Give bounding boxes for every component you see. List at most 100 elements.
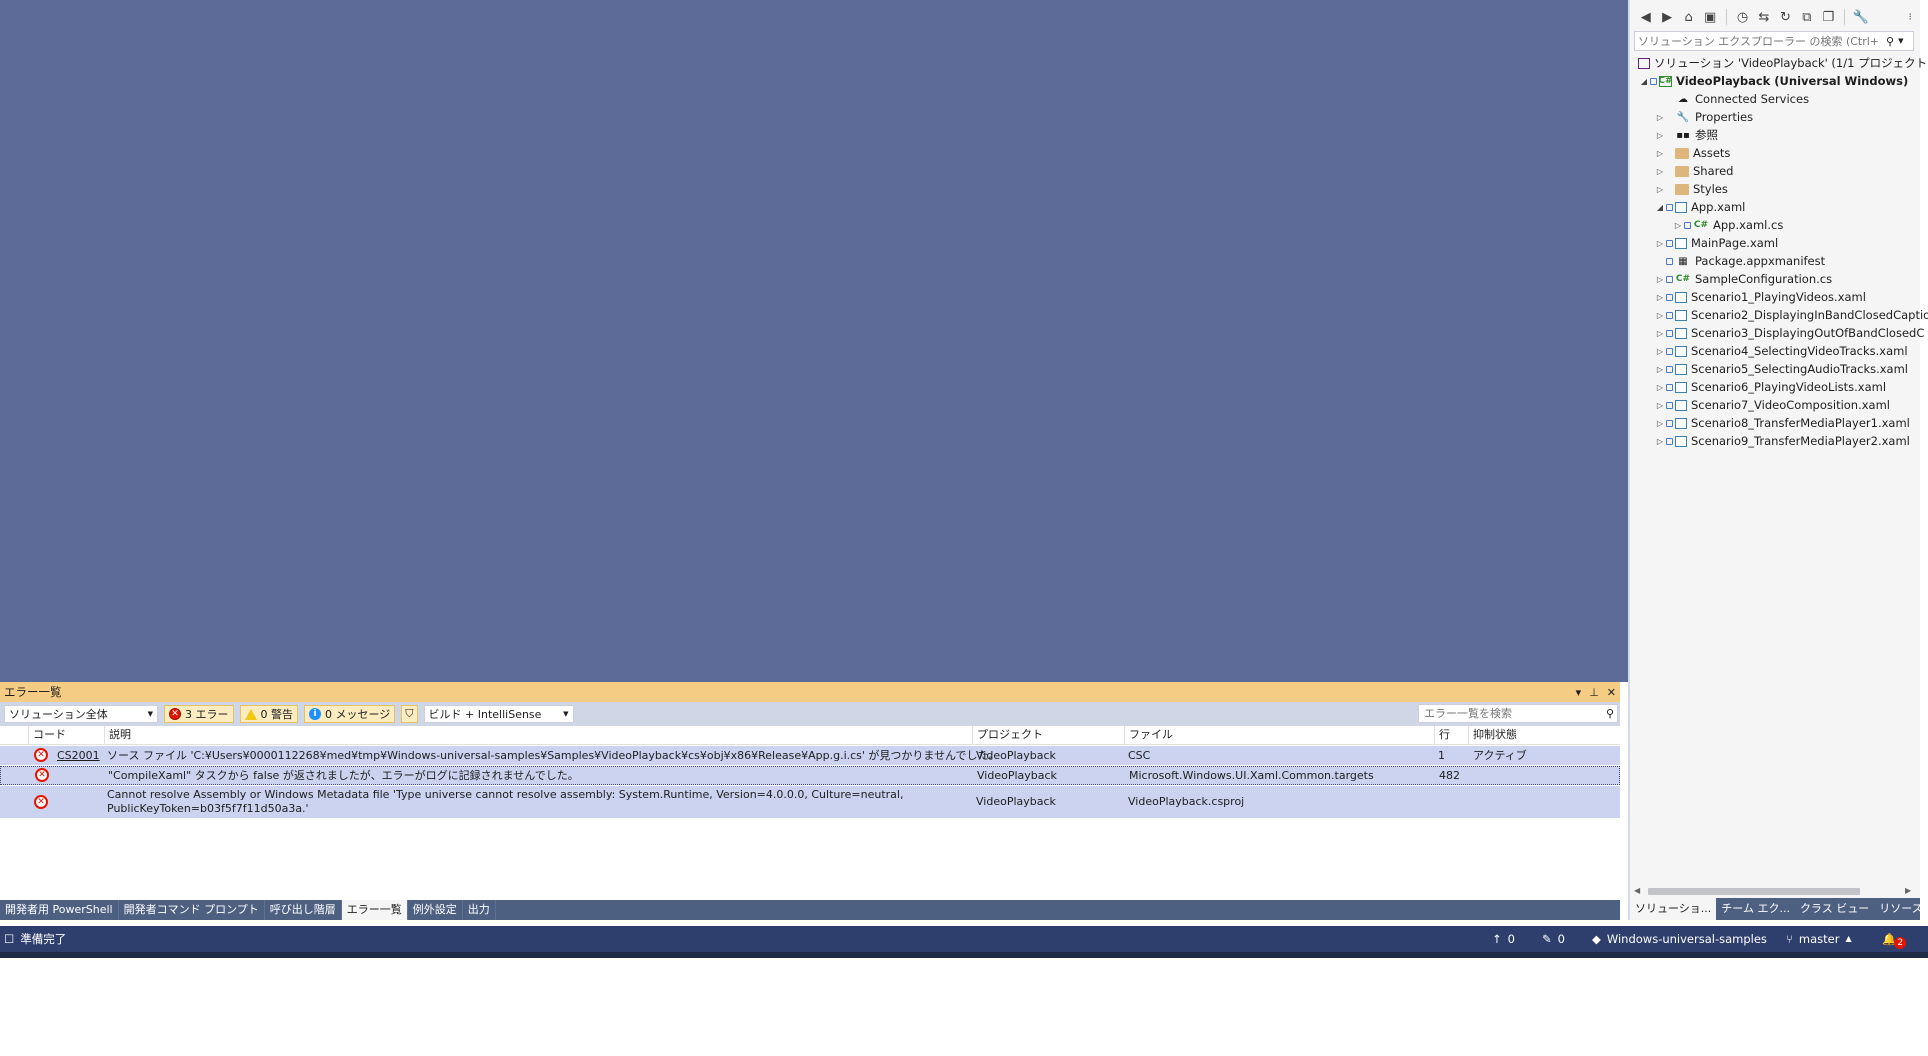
column-header-suppression[interactable]: 抑制状態 — [1468, 726, 1594, 744]
tree-item[interactable]: ▷ Scenario7_VideoComposition.xaml — [1654, 396, 1890, 414]
collapsed-arrow-icon[interactable]: ▷ — [1654, 185, 1666, 194]
pin-icon[interactable]: ⊥ — [1589, 686, 1599, 699]
show-all-files-icon[interactable]: ❐ — [1819, 7, 1838, 27]
unpushed-commits[interactable]: ↑ 0 — [1492, 926, 1515, 952]
solution-explorer-search[interactable]: ⚲ ▼ — [1634, 31, 1914, 51]
column-header-project[interactable]: プロジェクト — [972, 726, 1124, 744]
tree-item[interactable]: ▷ Scenario1_PlayingVideos.xaml — [1654, 288, 1866, 306]
tab-solution-explorer[interactable]: ソリューショ... — [1630, 898, 1717, 920]
scope-select[interactable]: ソリューション全体 ▼ — [4, 705, 158, 723]
collapsed-arrow-icon[interactable]: ▷ — [1654, 437, 1666, 446]
tab-class-view[interactable]: クラス ビュー — [1795, 898, 1874, 920]
collapsed-arrow-icon[interactable]: ▷ — [1654, 113, 1666, 122]
tree-item[interactable]: ◢ App.xaml — [1654, 198, 1745, 216]
scrollbar-thumb[interactable] — [1648, 888, 1860, 895]
tree-item[interactable]: ☁ Connected Services — [1654, 90, 1809, 108]
tree-item[interactable]: ▷ 🔧 Properties — [1654, 108, 1753, 126]
wrench-icon: 🔧 — [1676, 111, 1690, 123]
lock-icon — [1666, 203, 1673, 211]
collapsed-arrow-icon[interactable]: ▷ — [1654, 329, 1666, 338]
tree-item[interactable]: ▷ C# SampleConfiguration.cs — [1654, 270, 1832, 288]
tree-item[interactable]: ▷ Scenario3_DisplayingOutOfBandClosedC — [1654, 324, 1924, 342]
column-header-description[interactable]: 説明 — [104, 726, 974, 744]
tree-item[interactable]: ▷ Styles — [1654, 180, 1728, 198]
column-header-line[interactable]: 行 — [1434, 726, 1470, 744]
error-list-search[interactable]: ⚲ — [1418, 704, 1618, 723]
error-row[interactable]: ✕ Cannot resolve Assembly or Windows Met… — [0, 786, 1620, 818]
tab-call-hierarchy[interactable]: 呼び出し階層 — [265, 900, 342, 920]
column-header-file[interactable]: ファイル — [1124, 726, 1436, 744]
tree-item[interactable]: ▷ Scenario9_TransferMediaPlayer2.xaml — [1654, 432, 1910, 450]
collapsed-arrow-icon[interactable]: ▷ — [1654, 419, 1666, 428]
build-filter-select[interactable]: ビルド + IntelliSense ▼ — [423, 705, 574, 723]
tab-exception-settings[interactable]: 例外設定 — [408, 900, 463, 920]
scroll-left-icon[interactable]: ◀ — [1634, 886, 1640, 895]
xaml-file-icon — [1675, 399, 1687, 411]
tab-team-explorer[interactable]: チーム エク... — [1716, 898, 1795, 920]
branch-selector[interactable]: ⑂ master ▲ — [1786, 926, 1852, 952]
search-icon[interactable]: ⚲ — [1606, 707, 1614, 720]
pending-changes[interactable]: ✎ 0 — [1542, 926, 1565, 952]
tree-item[interactable]: ▷ Scenario8_TransferMediaPlayer1.xaml — [1654, 414, 1910, 432]
tree-item[interactable]: ▷ Scenario2_DisplayingInBandClosedCaptio — [1654, 306, 1928, 324]
collapse-all-icon[interactable]: ⧉ — [1797, 7, 1816, 27]
collapsed-arrow-icon[interactable]: ▷ — [1654, 131, 1666, 140]
tree-item[interactable]: ▷ Shared — [1654, 162, 1734, 180]
error-icon: ✕ — [35, 768, 49, 782]
scroll-right-icon[interactable]: ▶ — [1905, 886, 1911, 895]
collapsed-arrow-icon[interactable]: ▷ — [1654, 293, 1666, 302]
solution-view-icon[interactable]: ▣ — [1700, 7, 1719, 27]
pin-icon[interactable]: ⁝ — [1900, 7, 1919, 27]
tree-item[interactable]: ▷ Assets — [1654, 144, 1731, 162]
notifications[interactable]: 🔔 2 — [1882, 926, 1907, 952]
tab-error-list[interactable]: エラー一覧 — [341, 900, 408, 920]
collapsed-arrow-icon[interactable]: ▷ — [1654, 383, 1666, 392]
expanded-arrow-icon[interactable]: ◢ — [1654, 203, 1666, 212]
error-row[interactable]: ✕ CS2001 ソース ファイル 'C:¥Users¥0000112268¥m… — [0, 746, 1620, 765]
refresh-icon[interactable]: ↻ — [1776, 7, 1795, 27]
collapsed-arrow-icon[interactable]: ▷ — [1654, 167, 1666, 176]
forward-icon[interactable]: ▶ — [1657, 7, 1676, 27]
history-icon[interactable]: ◷ — [1733, 7, 1752, 27]
collapsed-arrow-icon[interactable]: ▷ — [1654, 401, 1666, 410]
error-list-search-input[interactable] — [1422, 706, 1586, 721]
tree-item[interactable]: ▷ Scenario6_PlayingVideoLists.xaml — [1654, 378, 1886, 396]
errors-filter-button[interactable]: ✕ 3 エラー — [164, 705, 234, 723]
error-row[interactable]: ✕ "CompileXaml" タスクから false が返されましたが、エラー… — [0, 766, 1620, 785]
error-code-link[interactable]: CS2001 — [57, 749, 100, 763]
expanded-arrow-icon[interactable]: ◢ — [1638, 77, 1650, 86]
tab-developer-command-prompt[interactable]: 開発者コマンド プロンプト — [119, 900, 265, 920]
collapsed-arrow-icon[interactable]: ▷ — [1654, 239, 1666, 248]
window-menu-icon[interactable]: ▾ — [1576, 686, 1582, 699]
collapsed-arrow-icon[interactable]: ▷ — [1654, 347, 1666, 356]
tree-item[interactable]: ▷ ▪▪ 参照 — [1654, 126, 1718, 144]
back-icon[interactable]: ◀ — [1636, 7, 1655, 27]
solution-explorer-search-input[interactable] — [1635, 33, 1880, 49]
tree-item[interactable]: ▷ MainPage.xaml — [1654, 234, 1778, 252]
collapsed-arrow-icon[interactable]: ▷ — [1672, 221, 1684, 230]
collapsed-arrow-icon[interactable]: ▷ — [1654, 365, 1666, 374]
collapsed-arrow-icon[interactable]: ▷ — [1654, 149, 1666, 158]
wrench-icon[interactable]: 🔧 — [1851, 7, 1870, 27]
tree-item[interactable]: ▷ C# App.xaml.cs — [1672, 216, 1783, 234]
tree-item[interactable]: ▦ Package.appxmanifest — [1654, 252, 1825, 270]
collapsed-arrow-icon[interactable]: ▷ — [1654, 275, 1666, 284]
tree-item-solution[interactable]: ソリューション 'VideoPlayback' (1/1 プロジェクト) — [1638, 54, 1928, 72]
warnings-filter-button[interactable]: 0 警告 — [239, 705, 298, 723]
messages-filter-button[interactable]: i 0 メッセージ — [304, 705, 396, 723]
home-icon[interactable]: ⌂ — [1679, 7, 1698, 27]
collapsed-arrow-icon[interactable]: ▷ — [1654, 311, 1666, 320]
close-icon[interactable]: ✕ — [1607, 686, 1616, 699]
sync-icon[interactable]: ⇆ — [1754, 7, 1773, 27]
search-icon[interactable]: ⚲ — [1886, 35, 1894, 48]
tree-item[interactable]: ▷ Scenario5_SelectingAudioTracks.xaml — [1654, 360, 1908, 378]
repository-selector[interactable]: ◆ Windows-universal-samples — [1592, 926, 1767, 952]
tab-resource-view[interactable]: リソース ビュー — [1874, 898, 1928, 920]
filter-toggle-button[interactable]: ⛉ — [401, 705, 418, 723]
chevron-down-icon[interactable]: ▼ — [1898, 37, 1903, 45]
tree-item[interactable]: ▷ Scenario4_SelectingVideoTracks.xaml — [1654, 342, 1908, 360]
tab-developer-powershell[interactable]: 開発者用 PowerShell — [0, 900, 119, 920]
tree-item-project[interactable]: ◢ C# VideoPlayback (Universal Windows) — [1638, 72, 1908, 90]
column-header-code[interactable]: コード — [28, 726, 110, 744]
tab-output[interactable]: 出力 — [463, 900, 496, 920]
